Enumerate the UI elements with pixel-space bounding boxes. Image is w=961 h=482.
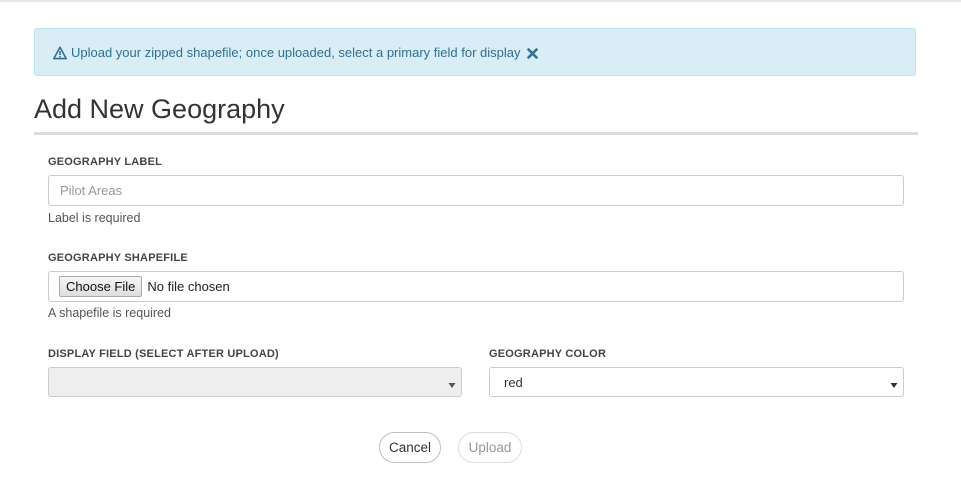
geography-color-value: red (504, 374, 523, 390)
shapefile-heading: GEOGRAPHY SHAPEFILE (48, 252, 188, 264)
shapefile-required-message: A shapefile is required (48, 306, 171, 320)
cancel-button[interactable]: Cancel (379, 432, 441, 463)
warning-triangle-icon (53, 45, 67, 60)
title-divider (34, 132, 918, 135)
display-field-heading: DISPLAY FIELD (SELECT AFTER UPLOAD) (48, 348, 279, 360)
display-field-select[interactable] (48, 367, 462, 397)
info-alert: Upload your zipped shapefile; once uploa… (34, 28, 916, 76)
top-divider (0, 0, 961, 2)
choose-file-button[interactable]: Choose File (59, 276, 143, 297)
file-status-text: No file chosen (147, 279, 230, 294)
close-x-icon[interactable] (527, 47, 539, 59)
page-title: Add New Geography (34, 94, 285, 124)
label-required-message: Label is required (48, 211, 141, 225)
chevron-down-icon (890, 377, 898, 388)
alert-message: Upload your zipped shapefile; once uploa… (71, 44, 521, 60)
chevron-down-icon (448, 377, 456, 388)
geography-color-select[interactable]: red (489, 367, 904, 397)
shapefile-file-input[interactable]: Choose File No file chosen (48, 271, 904, 302)
geography-label-input[interactable] (48, 175, 904, 206)
upload-button[interactable]: Upload (458, 432, 522, 463)
geography-color-heading: GEOGRAPHY COLOR (489, 348, 607, 360)
geography-label-heading: GEOGRAPHY LABEL (48, 156, 163, 168)
